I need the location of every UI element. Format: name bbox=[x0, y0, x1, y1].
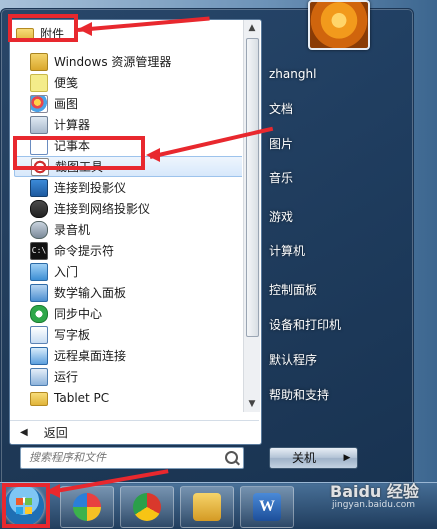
program-math-input-panel[interactable]: 数学输入面板 bbox=[14, 282, 242, 303]
back-button[interactable]: ◀ 返回 bbox=[10, 420, 259, 443]
documents-link[interactable]: 文档 bbox=[269, 98, 403, 120]
remote-desktop-icon bbox=[30, 346, 48, 365]
sync-center-icon bbox=[30, 304, 48, 323]
projector-icon bbox=[30, 178, 48, 197]
pictures-link[interactable]: 图片 bbox=[269, 133, 403, 155]
right-pane: zhanghl 文档 图片 音乐 游戏 计算机 控制面板 设备和打印机 默认程序… bbox=[263, 49, 409, 449]
scroll-up-arrow-icon[interactable]: ▲ bbox=[244, 20, 260, 36]
callout-arrowhead-snipping-tool bbox=[146, 148, 160, 162]
shutdown-options-arrow-icon[interactable]: ▶ bbox=[337, 447, 358, 469]
control-panel-link[interactable]: 控制面板 bbox=[269, 279, 403, 301]
scroll-thumb[interactable] bbox=[246, 38, 259, 337]
explorer-icon bbox=[30, 52, 48, 71]
start-menu: 附件 Windows 资源管理器 便笺 画图 计算器 记事本 截图工具 连接到投… bbox=[0, 8, 414, 484]
games-link[interactable]: 游戏 bbox=[269, 206, 403, 228]
search-input[interactable] bbox=[21, 448, 229, 466]
search-box[interactable] bbox=[20, 447, 244, 469]
back-arrow-icon: ◀ bbox=[20, 426, 28, 438]
folder-icon bbox=[30, 391, 48, 406]
file-explorer-icon bbox=[193, 493, 221, 521]
program-wordpad[interactable]: 写字板 bbox=[14, 324, 242, 345]
sticky-notes-icon bbox=[30, 73, 48, 92]
sound-recorder-icon bbox=[30, 220, 48, 239]
scroll-down-arrow-icon[interactable]: ▼ bbox=[244, 396, 260, 412]
programs-pane: 附件 Windows 资源管理器 便笺 画图 计算器 记事本 截图工具 连接到投… bbox=[9, 19, 262, 445]
program-sound-recorder[interactable]: 录音机 bbox=[14, 219, 242, 240]
taskbar-word[interactable]: W bbox=[240, 486, 294, 528]
watermark-url: jingyan.baidu.com bbox=[332, 500, 416, 510]
watermark-logo: Baidu 经验 bbox=[330, 482, 419, 501]
callout-start-button bbox=[2, 483, 50, 528]
default-programs-link[interactable]: 默认程序 bbox=[269, 349, 403, 371]
pinwheel-app-icon bbox=[73, 493, 101, 521]
program-sticky-notes[interactable]: 便笺 bbox=[14, 72, 242, 93]
paint-icon bbox=[30, 94, 48, 113]
program-remote-desktop[interactable]: 远程桌面连接 bbox=[14, 345, 242, 366]
user-name-link[interactable]: zhanghl bbox=[269, 63, 403, 85]
user-picture-avatar[interactable] bbox=[308, 0, 370, 50]
program-paint[interactable]: 画图 bbox=[14, 93, 242, 114]
program-command-prompt[interactable]: C:\ 命令提示符 bbox=[14, 240, 242, 261]
math-input-icon bbox=[30, 283, 48, 302]
program-getting-started[interactable]: 入门 bbox=[14, 261, 242, 282]
program-calculator[interactable]: 计算器 bbox=[14, 114, 242, 135]
wordpad-icon bbox=[30, 325, 48, 344]
network-projector-icon bbox=[30, 199, 48, 218]
calculator-icon bbox=[30, 115, 48, 134]
programs-list: 附件 Windows 资源管理器 便笺 画图 计算器 记事本 截图工具 连接到投… bbox=[10, 20, 242, 412]
taskbar-file-explorer[interactable] bbox=[180, 486, 234, 528]
help-support-link[interactable]: 帮助和支持 bbox=[269, 384, 403, 406]
devices-printers-link[interactable]: 设备和打印机 bbox=[269, 314, 403, 336]
word-icon: W bbox=[253, 493, 281, 521]
program-sync-center[interactable]: 同步中心 bbox=[14, 303, 242, 324]
callout-arrowhead-start-button bbox=[46, 484, 60, 498]
programs-scrollbar[interactable]: ▲ ▼ bbox=[243, 20, 260, 412]
music-link[interactable]: 音乐 bbox=[269, 167, 403, 189]
program-network-projector[interactable]: 连接到网络投影仪 bbox=[14, 198, 242, 219]
program-windows-explorer[interactable]: Windows 资源管理器 bbox=[14, 51, 242, 72]
callout-snipping-tool bbox=[13, 136, 145, 170]
search-icon[interactable] bbox=[225, 451, 238, 464]
taskbar-chrome[interactable] bbox=[120, 486, 174, 528]
program-tablet-pc-folder[interactable]: Tablet PC bbox=[14, 387, 242, 408]
callout-accessories bbox=[8, 14, 78, 42]
chrome-icon bbox=[133, 493, 161, 521]
command-prompt-icon: C:\ bbox=[30, 241, 48, 260]
callout-arrowhead-accessories bbox=[78, 22, 92, 36]
computer-link[interactable]: 计算机 bbox=[269, 240, 403, 262]
getting-started-icon bbox=[30, 262, 48, 281]
program-run[interactable]: 运行 bbox=[14, 366, 242, 387]
program-connect-projector[interactable]: 连接到投影仪 bbox=[14, 177, 242, 198]
shutdown-button[interactable]: 关机 bbox=[269, 447, 339, 469]
taskbar-pinwheel-app[interactable] bbox=[60, 486, 114, 528]
run-icon bbox=[30, 367, 48, 386]
